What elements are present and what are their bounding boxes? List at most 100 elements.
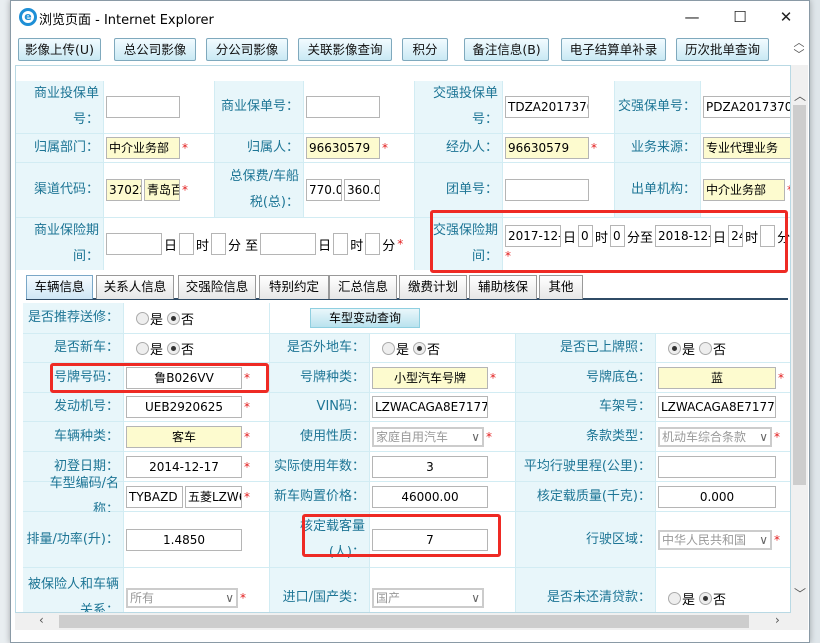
tab-1[interactable]: 车辆信息 (26, 275, 93, 299)
text-input[interactable]: 24 (728, 225, 744, 247)
text-input[interactable]: 鲁B026VV (126, 366, 242, 389)
tab-6[interactable]: 缴费计划 (399, 275, 467, 299)
text-input[interactable]: PDZA20173702 (703, 96, 790, 118)
chevron-down-icon[interactable]: ﹀ (791, 49, 807, 61)
toolbar-button[interactable]: 历次批单查询 (676, 38, 769, 61)
text-input[interactable] (306, 96, 380, 118)
radio-option[interactable]: 是 (382, 339, 409, 358)
text-input[interactable] (106, 96, 180, 118)
text-input[interactable] (365, 233, 381, 255)
text-input[interactable]: 96630579 (505, 137, 589, 159)
text-input[interactable]: 0.000 (658, 485, 776, 508)
text-input[interactable]: 0 (578, 225, 594, 247)
toolbar-button[interactable]: 总公司影像 (114, 38, 196, 61)
dropdown-select[interactable]: 家庭自用汽车 ∨ (372, 426, 484, 447)
radio-option[interactable]: 是 (668, 589, 695, 608)
text-input[interactable]: 360.00 (344, 179, 380, 201)
toolbar-button[interactable]: 备注信息(B) (464, 38, 549, 61)
text-input[interactable]: 五菱LZW645 (185, 485, 242, 508)
text-input[interactable]: 3 (372, 455, 488, 478)
scroll-down-icon[interactable]: ﹀ (794, 585, 806, 602)
text-input[interactable]: 中介业务部 (106, 137, 180, 159)
text-input[interactable]: 中介业务部 (703, 179, 785, 201)
text-input[interactable]: TDZA20173702 (505, 96, 589, 118)
radio-option[interactable]: 否 (413, 339, 440, 358)
radio-option[interactable]: 否 (167, 309, 194, 328)
dropdown-select[interactable]: 机动车综合条款 ∨ (658, 426, 772, 447)
close-button[interactable]: ✕ (763, 5, 809, 29)
vehicle-model-query-button[interactable]: 车型变动查询 (310, 308, 421, 328)
text-input[interactable]: 专业代理业务 (703, 137, 790, 159)
tab-4[interactable]: 特别约定 (259, 275, 329, 299)
text-input[interactable] (106, 233, 162, 255)
radio-unselected-icon[interactable] (136, 341, 149, 355)
radio-selected-icon[interactable] (413, 341, 427, 355)
radio-selected-icon[interactable] (167, 341, 181, 355)
toolbar-button[interactable]: 影像上传(U) (18, 38, 101, 61)
text-input[interactable] (260, 233, 317, 255)
radio-option[interactable]: 否 (167, 339, 194, 358)
text-input[interactable]: 小型汽车号牌 (372, 366, 488, 389)
radio-unselected-icon[interactable] (668, 591, 681, 605)
text-input[interactable]: UEB2920625 (126, 396, 242, 418)
radio-unselected-icon[interactable] (136, 311, 149, 325)
unit-label: 时 (745, 230, 759, 246)
text-input[interactable]: 0 (610, 225, 626, 247)
text-input[interactable]: 7 (372, 528, 488, 551)
tab-3[interactable]: 交强险信息 (178, 275, 256, 299)
text-input[interactable]: 770.00 (306, 179, 342, 201)
minimize-button[interactable]: — (669, 5, 715, 29)
radio-option[interactable]: 否 (699, 589, 726, 608)
vertical-scrollbar[interactable]: ︿ ﹀ (791, 65, 808, 613)
text-input[interactable]: 2017-12-1 (505, 225, 561, 247)
unit-label: 日 (164, 238, 178, 254)
text-input[interactable] (333, 233, 349, 255)
tab-7[interactable]: 辅助核保 (469, 275, 537, 299)
field-cell: LZWACAGA8E71779 (656, 393, 790, 421)
scroll-left-icon[interactable]: ‹ (39, 613, 44, 627)
radio-option[interactable]: 是 (136, 309, 163, 328)
text-input[interactable]: 1.4850 (126, 528, 242, 551)
text-input[interactable]: TYBAZD (126, 485, 183, 508)
scroll-up-icon[interactable]: ︿ (794, 87, 806, 104)
text-input[interactable] (179, 233, 195, 255)
text-input[interactable] (211, 233, 227, 255)
text-input[interactable]: LZWACAGA8E71779 (658, 396, 776, 418)
text-input[interactable]: 37022 (106, 179, 142, 201)
text-input[interactable] (760, 225, 776, 247)
dropdown-select[interactable]: 中华人民共和国 ∨ (658, 529, 772, 550)
text-input[interactable]: 96630579 (306, 137, 380, 159)
horizontal-scrollbar[interactable]: ‹ › (15, 613, 808, 630)
radio-option[interactable]: 否 (699, 339, 726, 358)
radio-option[interactable]: 是 (668, 339, 695, 358)
toolbar-scroll[interactable]: ︿ ﹀ (791, 37, 807, 63)
radio-selected-icon[interactable] (699, 591, 713, 605)
radio-selected-icon[interactable] (668, 341, 681, 355)
scroll-right-icon[interactable]: › (775, 613, 780, 627)
dropdown-select[interactable]: 所有 ∨ (126, 588, 238, 608)
radio-unselected-icon[interactable] (382, 341, 395, 355)
horizontal-scroll-thumb[interactable] (59, 615, 749, 628)
text-input[interactable]: 2014-12-17 (126, 455, 242, 478)
radio-selected-icon[interactable] (167, 311, 181, 325)
text-input[interactable]: 客车 (126, 425, 242, 448)
radio-unselected-icon[interactable] (699, 341, 713, 355)
text-input[interactable]: 青岛百佳使 (144, 179, 180, 201)
text-input[interactable] (505, 179, 589, 201)
toolbar-button[interactable]: 关联影像查询 (298, 38, 392, 61)
toolbar-button[interactable]: 电子结算单补录 (561, 38, 666, 61)
tab-8[interactable]: 其他 (539, 275, 583, 299)
text-input[interactable]: LZWACAGA8E71779 (372, 396, 488, 418)
maximize-button[interactable]: ☐ (717, 5, 763, 29)
radio-option[interactable]: 是 (136, 339, 163, 358)
tab-2[interactable]: 关系人信息 (96, 275, 174, 299)
text-input[interactable]: 2018-12-1 (655, 225, 712, 247)
toolbar-button[interactable]: 积分 (402, 38, 448, 61)
vertical-scroll-thumb[interactable] (793, 105, 806, 485)
text-input[interactable]: 46000.00 (372, 485, 488, 508)
text-input[interactable] (658, 455, 776, 478)
text-input[interactable]: 蓝 (658, 366, 776, 389)
tab-5[interactable]: 汇总信息 (329, 275, 397, 299)
toolbar-button[interactable]: 分公司影像 (206, 38, 288, 61)
dropdown-select[interactable]: 国产 ∨ (372, 588, 484, 608)
